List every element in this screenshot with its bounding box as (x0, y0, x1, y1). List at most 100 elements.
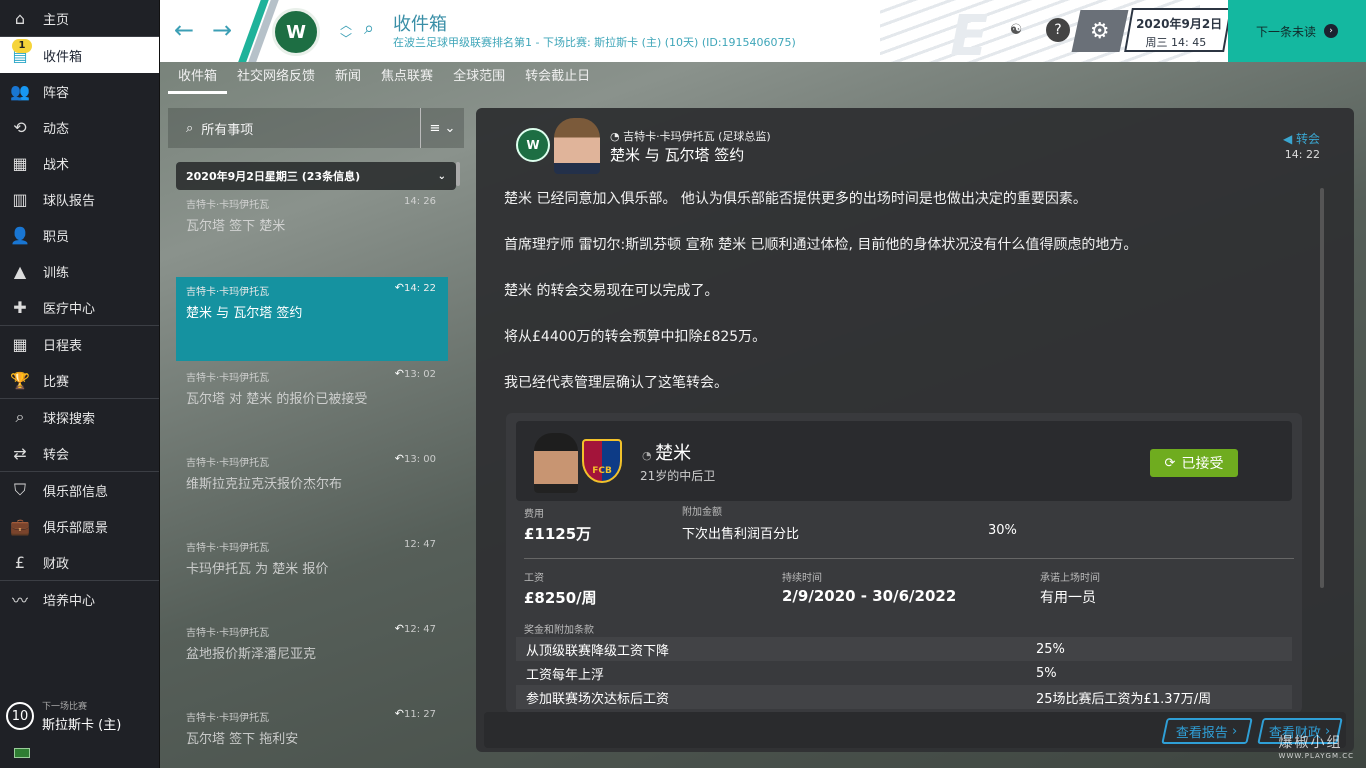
game-date[interactable]: 2020年9月2日 周三 14: 45 (1124, 8, 1232, 52)
filter-label: 所有事项 (201, 122, 254, 138)
search-icon: ⌕ (15, 407, 25, 426)
sidebar-item-training[interactable]: ▲ 训练 (0, 253, 159, 289)
chevron-down-icon[interactable]: ﹀ (340, 30, 352, 47)
sidebar-item-home[interactable]: ⌂ 主页 (0, 0, 159, 36)
next-unread-label: 下一条未读 (1255, 24, 1316, 39)
sidebar-item-staff[interactable]: 👤 职员 (0, 217, 159, 253)
club-crest[interactable]: FCB (582, 439, 622, 483)
list-item[interactable]: 吉特卡·卡玛伊托瓦 ↶ 13: 02 瓦尔塔 对 楚米 的报价已被接受 (176, 363, 448, 447)
sidebar-item-label: 球队报告 (43, 193, 96, 209)
report-icon: ▥ (12, 189, 28, 209)
message-paragraph: 首席理疗师 雷切尔:斯凯芬顿 宣称 楚米 已顺利通过体检, 目前他的身体状况没有… (504, 237, 1138, 253)
sidebar-item-finances[interactable]: £ 财政 (0, 544, 159, 580)
fee-value: £1125万 (524, 525, 592, 543)
list-scrollbar[interactable] (456, 162, 460, 186)
sidebar-item-label: 战术 (43, 157, 70, 173)
tab-worldwide[interactable]: 全球范围 (443, 62, 515, 94)
chevron-down-icon: ⌄ (437, 170, 446, 182)
list-item[interactable]: 吉特卡·卡玛伊托瓦 ↶ 14: 22 楚米 与 瓦尔塔 签约 (176, 277, 448, 361)
clause-name: 参加联赛场次达标后工资 (526, 691, 670, 707)
search-icon[interactable]: ⌕ (364, 18, 374, 39)
page-title: 收件箱 (393, 14, 447, 35)
player-description: 21岁的中后卫 (640, 469, 716, 483)
settings-button[interactable]: ⚙ (1071, 10, 1129, 52)
sidebar-item-medical[interactable]: ✚ 医疗中心 (0, 289, 159, 325)
tab-social-feed[interactable]: 社交网络反馈 (227, 62, 325, 94)
player-name[interactable]: ◔ 楚米 (642, 439, 691, 465)
tab-focus-leagues[interactable]: 焦点联赛 (371, 62, 443, 94)
club-logo[interactable]: W (272, 8, 320, 56)
player-avatar[interactable] (534, 433, 578, 493)
status-text: 已接受 (1181, 456, 1224, 472)
duration-value: 2/9/2020 - 30/6/2022 (782, 587, 957, 605)
next-unread-button[interactable]: 下一条未读 › (1228, 0, 1366, 62)
staff-icon: 👤 (10, 225, 30, 245)
next-match-widget[interactable]: 10 下一场比赛 斯拉斯卡 (主) (0, 694, 160, 738)
sidebar-item-scouting[interactable]: ⌕ 球探搜索 (0, 399, 159, 435)
view-report-button[interactable]: 查看报告 › (1161, 718, 1253, 744)
squad-icon: 👥 (10, 81, 30, 101)
message-from[interactable]: ◔ 吉特卡·卡玛伊托瓦 (足球总监) (610, 128, 771, 144)
top-header: ← → W ︿ ﹀ ⌕ 收件箱 在波兰足球甲级联赛排名第1 - 下场比赛: 斯拉… (160, 0, 1366, 62)
person-icon: ◔ (610, 130, 624, 143)
sidebar-item-club-vision[interactable]: 💼 俱乐部愿景 (0, 508, 159, 544)
message-paragraph: 将从£4400万的转会预算中扣除£825万。 (504, 329, 767, 345)
wage-label: 工资 (524, 573, 544, 584)
briefcase-icon: 💼 (10, 516, 30, 536)
message-list: ⌕ 所有事项 ≡ ⌄ 2020年9月2日星期三 (23条信息) ⌄ 吉特卡·卡玛… (168, 108, 464, 768)
home-icon: ⌂ (14, 8, 26, 28)
globe-icon[interactable]: ☯ (1004, 18, 1028, 42)
message-sender: 吉特卡·卡玛伊托瓦 (186, 543, 270, 554)
sidebar-item-label: 比赛 (43, 374, 70, 390)
next-match-label: 下一场比赛 (42, 702, 88, 712)
sidebar-item-tactics[interactable]: ▦ 战术 (0, 145, 159, 181)
sidebar-item-inbox[interactable]: 1 ▤ 收件箱 (0, 37, 159, 73)
reply-icon: ↶ (394, 281, 404, 294)
sidebar-item-development[interactable]: 〰培养中心 (0, 581, 159, 617)
nation-flag-icon (14, 748, 30, 758)
date-text: 2020年9月2日 (1136, 17, 1223, 31)
playing-time-label: 承诺上场时间 (1040, 573, 1100, 584)
sidebar-item-club-info[interactable]: ⛉ 俱乐部信息 (0, 472, 159, 508)
sidebar-item-schedule[interactable]: ▦ 日程表 (0, 326, 159, 362)
help-icon[interactable]: ? (1046, 18, 1070, 42)
message-scrollbar[interactable] (1320, 188, 1324, 588)
list-item[interactable]: 吉特卡·卡玛伊托瓦 ↶ 12: 47 盆地报价斯泽潘尼亚克 (176, 618, 448, 702)
transfer-icon: ⇄ (13, 443, 27, 463)
sender-avatar[interactable] (554, 118, 600, 174)
tab-deadline-day[interactable]: 转会截止日 (515, 62, 600, 94)
bonus-label: 奖金和附加条款 (524, 625, 594, 636)
tactics-icon: ▦ (12, 153, 28, 173)
wage-value: £8250/周 (524, 589, 597, 607)
list-item[interactable]: 吉特卡·卡玛伊托瓦 ↶ 11: 27 瓦尔塔 签下 拖利安 (176, 703, 448, 768)
message-body: 楚米 已经同意加入俱乐部。 他认为俱乐部能否提供更多的出场时间是也做出决定的重要… (504, 188, 1304, 418)
message-paragraph: 楚米 的转会交易现在可以完成了。 (504, 283, 719, 299)
shield-icon: ⛉ (13, 480, 26, 499)
list-item[interactable]: 吉特卡·卡玛伊托瓦 ↶ 13: 00 维斯拉克拉克沃报价杰尔布 (176, 448, 448, 532)
sidebar-item-competitions[interactable]: 🏆 比赛 (0, 362, 159, 398)
message-subject: 楚米 与 瓦尔塔 签约 (186, 306, 303, 321)
category-tag-text: 转会 (1295, 132, 1320, 146)
sidebar-item-dynamics[interactable]: ⟲ 动态 (0, 109, 159, 145)
tab-news[interactable]: 新闻 (325, 62, 371, 94)
duration-label: 持续时间 (782, 573, 822, 584)
sidebar-item-squad[interactable]: 👥 阵容 (0, 73, 159, 109)
time-text: 周三 14: 45 (1145, 36, 1207, 49)
forward-arrow-icon[interactable]: → (212, 16, 232, 44)
clause-name: 从顶级联赛降级工资下降 (526, 643, 670, 659)
unread-badge: 1 (12, 39, 32, 53)
sidebar-item-label: 俱乐部愿景 (43, 520, 109, 536)
list-item[interactable]: 吉特卡·卡玛伊托瓦 12: 47 卡玛伊托瓦 为 楚米 报价 (176, 533, 448, 617)
sidebar: ⌂ 主页 1 ▤ 收件箱 👥 阵容 ⟲ 动态 ▦ 战术 ▥ 球队报告 👤 职员 ▲ 训练 ✚ 医疗中… (0, 0, 160, 768)
back-arrow-icon[interactable]: ← (174, 16, 194, 44)
sidebar-item-transfers[interactable]: ⇄ 转会 (0, 435, 159, 471)
date-group-header[interactable]: 2020年9月2日星期三 (23条信息) ⌄ (176, 162, 456, 190)
sidebar-item-team-report[interactable]: ▥ 球队报告 (0, 181, 159, 217)
tab-inbox[interactable]: 收件箱 (168, 62, 228, 94)
transfer-deal-card: FCB ◔ 楚米 21岁的中后卫 ⟳ 已接受 费用 £1125万 附加金额 下次出… (506, 413, 1302, 713)
sort-menu-button[interactable]: ≡ ⌄ (420, 108, 464, 148)
list-item[interactable]: 吉特卡·卡玛伊托瓦 14: 26 瓦尔塔 签下 楚米 (176, 190, 448, 274)
watermark-sub: WWW.PLAYGM.CC (1278, 752, 1354, 760)
divider (524, 558, 1294, 559)
message-subject: 楚米 与 瓦尔塔 签约 (610, 146, 745, 164)
